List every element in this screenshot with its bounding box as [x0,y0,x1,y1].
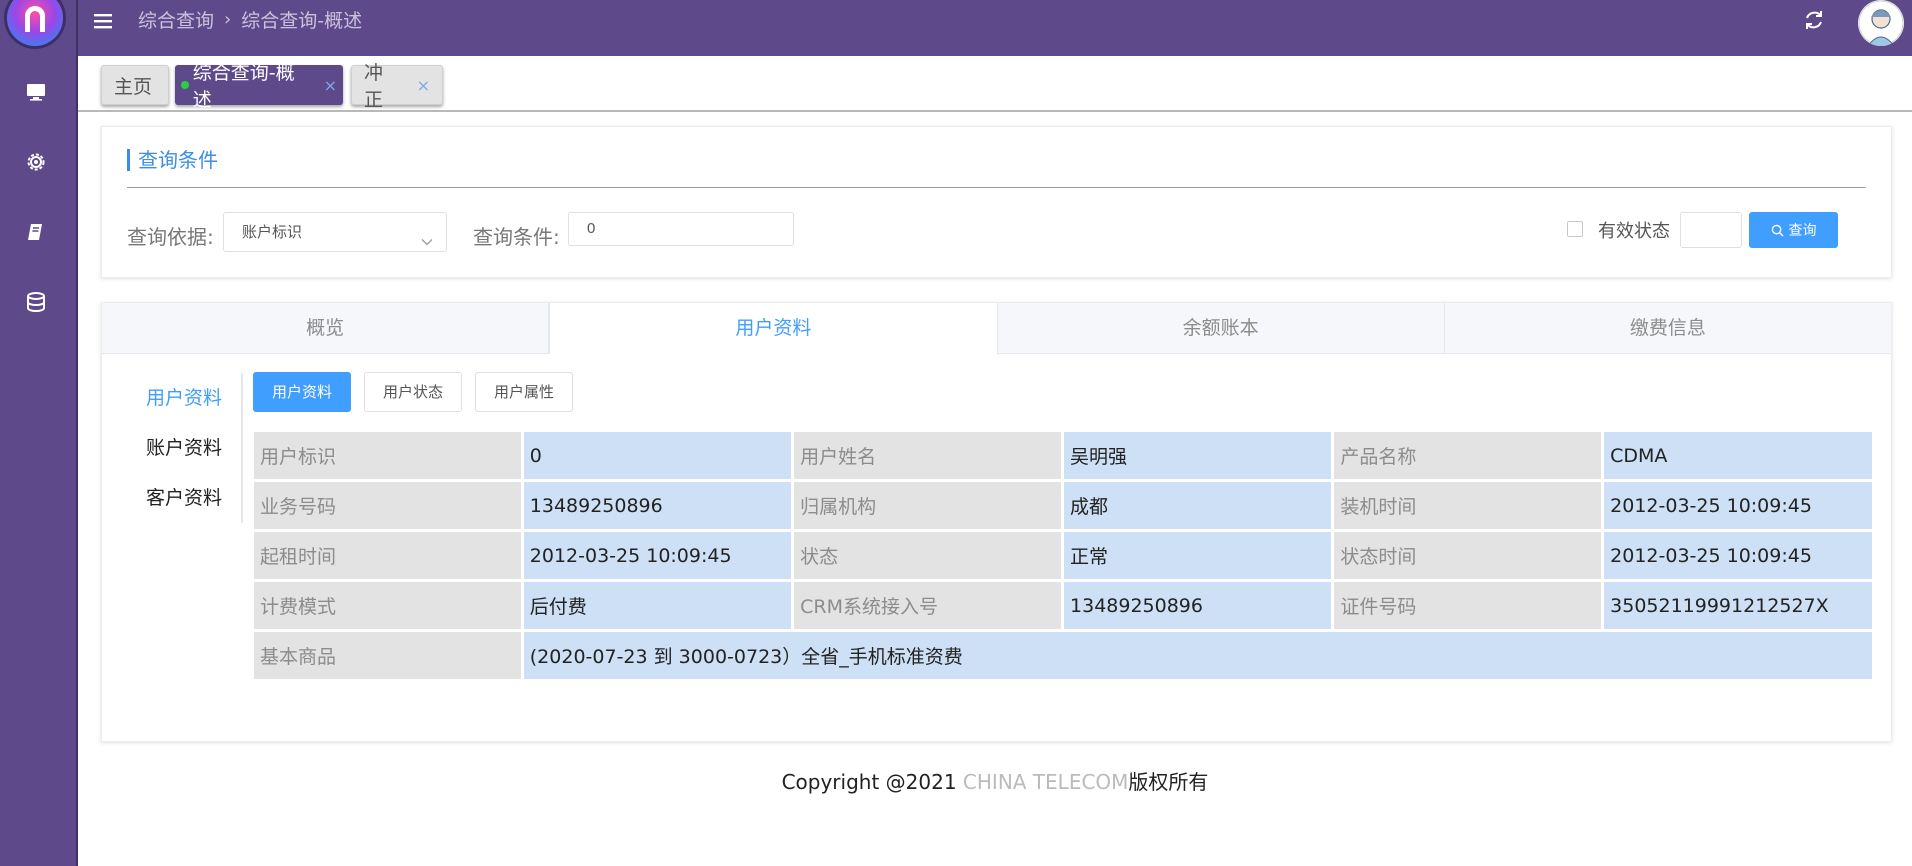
close-icon[interactable]: × [324,76,337,95]
user-status-button[interactable]: 用户状态 [364,372,463,412]
brand-name: CHINA TELECOM [962,770,1129,794]
chevron-right-icon: › [224,9,232,30]
active-dot-icon [181,81,189,89]
valid-status-label: 有效状态 [1598,221,1670,242]
field-value: 后付费 [523,582,792,629]
close-icon[interactable]: × [417,76,430,95]
tab-balance-ledger[interactable]: 余额账本 [998,303,1445,353]
query-condition-input[interactable]: 0 [568,212,794,246]
search-icon [1771,224,1784,237]
chevron-down-icon [420,225,434,246]
field-label: 基本商品 [254,632,521,679]
sidebar [0,0,78,866]
top-header: 综合查询 › 综合查询-概述 [78,0,1912,56]
query-basis-label: 查询依据: [127,225,214,249]
tab-query-overview[interactable]: 综合查询-概述 × [175,62,343,111]
divider [241,373,243,523]
side-menu-user-info[interactable]: 用户资料 [102,373,242,423]
breadcrumb-item: 综合查询-概述 [241,10,363,32]
tab-label: 冲正 [364,62,384,111]
sub-button-group: 用户资料 用户状态 用户属性 [253,372,574,412]
field-value: 吴明强 [1064,432,1332,479]
select-value: 账户标识 [242,223,303,241]
search-button-label: 查询 [1788,223,1817,239]
detail-panel: 概览 用户资料 余额账本 缴费信息 用户资料 账户资料 客户资料 用户资料 用户… [101,302,1892,742]
field-value: 2012-03-25 10:09:45 [523,532,792,579]
field-value: CDMA [1604,432,1872,479]
table-row: 用户标识 0 用户姓名 吴明强 产品名称 CDMA [254,432,1872,479]
field-value: 13489250896 [523,482,792,529]
side-menu-account-info[interactable]: 账户资料 [102,423,242,473]
tab-user-info[interactable]: 用户资料 [549,303,998,354]
field-label: 计费模式 [254,582,521,629]
search-button[interactable]: 查询 [1749,212,1838,248]
field-value: 正常 [1064,532,1332,579]
tab-overview[interactable]: 概览 [102,303,550,353]
field-value: 2012-03-25 10:09:45 [1604,482,1872,529]
book-icon[interactable] [24,220,48,244]
open-tabs-bar: 主页 综合查询-概述 × 冲正 × [78,56,1912,112]
field-label: 状态时间 [1334,532,1602,579]
app-logo[interactable] [7,0,63,46]
divider [127,187,1866,188]
field-value: (2020-07-23 到 3000-0723）全省_手机标准资费 [523,632,1872,679]
query-basis-select[interactable]: 账户标识 [223,212,447,252]
tab-home[interactable]: 主页 [101,65,169,105]
side-menu-customer-info[interactable]: 客户资料 [102,473,242,523]
gear-icon[interactable] [24,150,48,174]
side-menu: 用户资料 账户资料 客户资料 [102,373,242,523]
menu-toggle-icon[interactable] [92,10,114,32]
field-label: 起租时间 [254,532,521,579]
table-row: 基本商品 (2020-07-23 到 3000-0723）全省_手机标准资费 [254,632,1872,679]
user-info-table: 用户标识 0 用户姓名 吴明强 产品名称 CDMA 业务号码 13489250896 归属机构成… [251,429,1875,682]
field-label: CRM系统接入号 [794,582,1062,629]
refresh-icon[interactable] [1802,8,1826,32]
user-info-button[interactable]: 用户资料 [253,372,352,412]
field-label: 归属机构 [794,482,1062,529]
valid-status-checkbox[interactable] [1567,221,1583,237]
field-value: 0 [523,432,792,479]
table-row: 业务号码 13489250896 归属机构 成都 装机时间 2012-03-25 10:0… [254,482,1872,529]
field-value: 2012-03-25 10:09:45 [1604,532,1872,579]
field-label: 用户标识 [254,432,521,479]
tab-label: 主页 [114,75,153,98]
copyright-suffix: 版权所有 [1128,770,1209,794]
field-label: 状态 [794,532,1062,579]
user-attribute-button[interactable]: 用户属性 [475,372,574,412]
tab-label: 综合查询-概述 [192,62,295,111]
tab-payment-info[interactable]: 缴费信息 [1445,303,1891,353]
breadcrumb: 综合查询 › 综合查询-概述 [138,6,362,33]
main-tabs: 概览 用户资料 余额账本 缴费信息 [102,303,1891,354]
copyright-footer: Copyright @2021 CHINA TELECOM版权所有 [0,766,1912,795]
valid-status-input[interactable] [1680,212,1742,248]
query-condition-label: 查询条件: [473,225,560,249]
field-label: 业务号码 [254,482,521,529]
monitor-icon[interactable] [24,80,48,104]
field-value: 35052119991212527X [1604,582,1872,629]
query-panel: 查询条件 查询依据: 账户标识 查询条件: 0 有效状态 查询 [101,126,1892,278]
breadcrumb-item[interactable]: 综合查询 [138,6,214,33]
field-label: 产品名称 [1334,432,1602,479]
field-value: 13489250896 [1064,582,1332,629]
field-label: 证件号码 [1334,582,1602,629]
user-avatar[interactable] [1858,0,1904,46]
table-row: 起租时间 2012-03-25 10:09:45 状态 正常 状态时间 2012-03-2… [254,532,1872,579]
copyright-prefix: Copyright @2021 [781,770,963,794]
database-icon[interactable] [24,290,48,314]
field-label: 用户姓名 [794,432,1062,479]
tab-reversal[interactable]: 冲正 × [351,62,443,111]
table-row: 计费模式 后付费 CRM系统接入号 13489250896 证件号码 3505211999… [254,582,1872,629]
field-label: 装机时间 [1334,482,1602,529]
field-value: 成都 [1064,482,1332,529]
section-title: 查询条件 [127,149,218,171]
